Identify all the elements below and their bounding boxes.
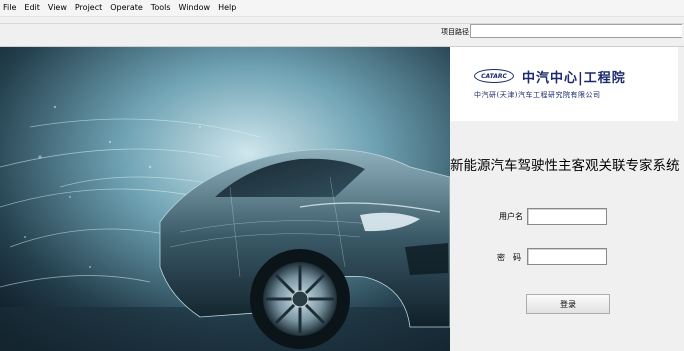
catarc-logo-icon: CATARC <box>474 69 514 83</box>
menu-view[interactable]: View <box>44 0 71 16</box>
car-illustration <box>0 47 450 351</box>
menu-window[interactable]: Window <box>175 0 215 16</box>
username-field[interactable] <box>527 208 607 225</box>
menu-edit[interactable]: Edit <box>20 0 44 16</box>
menu-tools[interactable]: Tools <box>147 0 175 16</box>
menu-file[interactable]: File <box>0 0 20 16</box>
password-field[interactable] <box>527 248 607 265</box>
logo-subtitle: 中汽研(天津)汽车工程研究院有限公司 <box>474 91 601 99</box>
menu-project[interactable]: Project <box>71 0 106 16</box>
hero-car-image <box>0 47 450 351</box>
logo-title: 中汽中心|工程院 <box>522 71 626 86</box>
login-panel: CATARC 中汽中心|工程院 中汽研(天津)汽车工程研究院有限公司 新能源汽车… <box>450 47 684 351</box>
menu-bar: File Edit View Project Operate Tools Win… <box>0 0 684 17</box>
username-label: 用户名 <box>499 212 523 221</box>
logo-area: CATARC 中汽中心|工程院 中汽研(天津)汽车工程研究院有限公司 <box>450 47 678 121</box>
password-label: 密 码 <box>497 253 521 262</box>
menu-help[interactable]: Help <box>214 0 240 16</box>
login-button[interactable]: 登录 <box>526 294 610 314</box>
project-path-label: 项目路径 <box>441 28 469 36</box>
project-path-input[interactable] <box>470 24 682 38</box>
system-title: 新能源汽车驾驶性主客观关联专家系统 <box>450 158 680 174</box>
menu-operate[interactable]: Operate <box>106 0 147 16</box>
toolbar: 项目路径 <box>0 17 684 47</box>
